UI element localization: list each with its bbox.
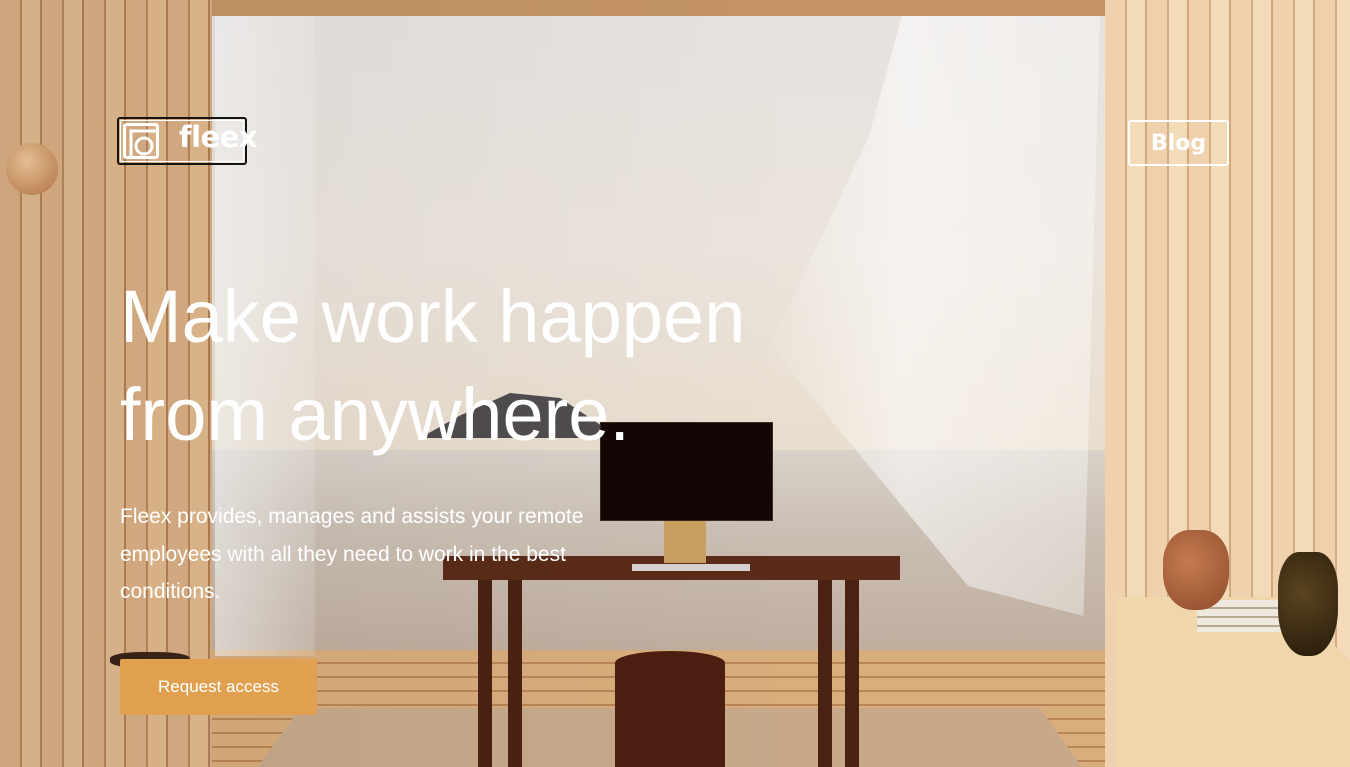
logo-link[interactable]: fleex [117, 117, 258, 165]
fleex-logo-icon [123, 123, 159, 159]
blog-button[interactable]: Blog [1128, 120, 1229, 166]
headline-line-2: from anywhere. [120, 373, 630, 456]
headline-line-1: Make work happen [120, 275, 746, 358]
hero-subtitle: Fleex provides, manages and assists your… [120, 505, 584, 603]
hero-headline: Make work happen from anywhere. [120, 268, 840, 464]
request-access-button[interactable]: Request access [120, 659, 317, 715]
logo-text: fleex [179, 119, 258, 154]
